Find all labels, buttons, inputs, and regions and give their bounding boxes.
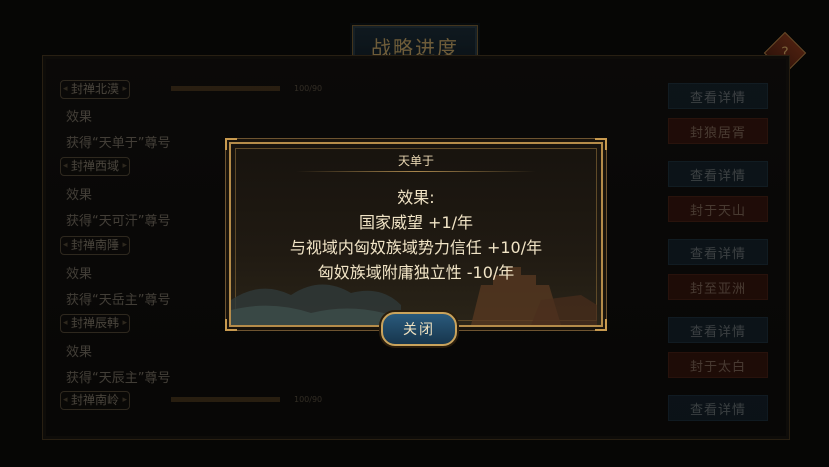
corner-ornament xyxy=(225,138,237,150)
close-button[interactable]: 关闭 xyxy=(381,312,457,346)
effect-line: 国家威望 +1/年 xyxy=(358,213,474,232)
effect-heading: 效果: xyxy=(397,188,435,207)
title-divider xyxy=(296,171,536,172)
dialog-title: 天单于 xyxy=(397,154,434,168)
effect-line: 与视域内匈奴族域势力信任 +10/年 xyxy=(289,238,543,257)
corner-ornament xyxy=(595,138,607,150)
effect-line: 匈奴族域附庸独立性 -10/年 xyxy=(317,263,515,282)
effect-dialog: 天单于 效果: 国家威望 +1/年 与视域内匈奴族域势力信任 +10/年 匈奴族… xyxy=(225,138,607,331)
